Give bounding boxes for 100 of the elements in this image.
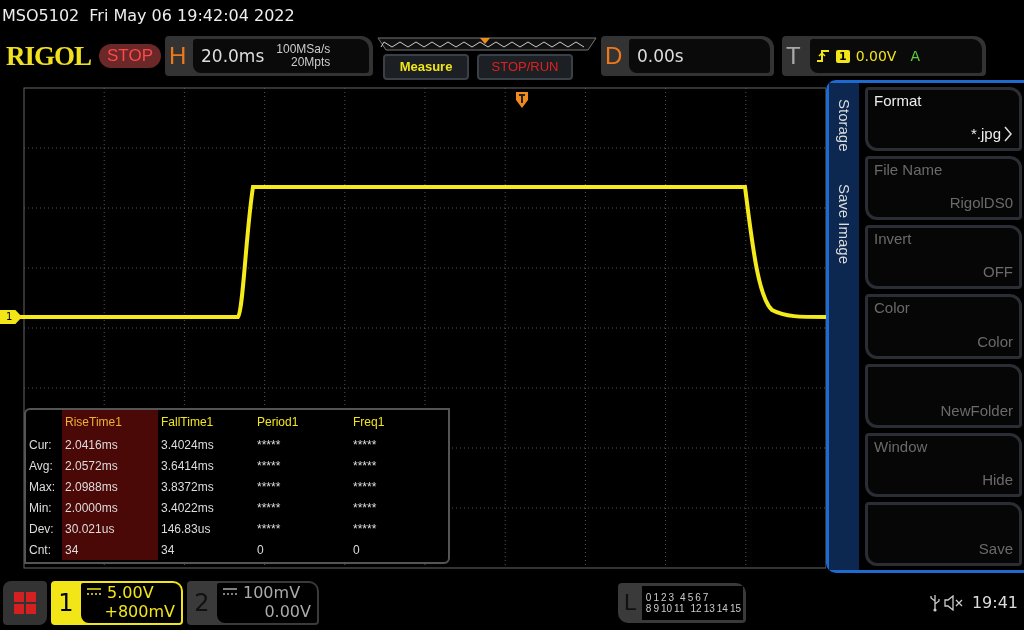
grid-squares-icon [14,591,36,614]
clock-time: 19:41 [971,593,1018,612]
measurement-value: 3.4022ms [158,497,254,518]
trigger-position-icon [516,92,528,108]
measurement-value: 34 [62,539,158,560]
logic-channel-number: 11 [674,602,685,614]
channel-number: 1 [57,588,75,617]
logic-channel-number: 15 [729,602,741,614]
measurement-value: 2.0416ms [62,434,158,455]
timebase-value: 20.0ms [201,46,265,66]
row-label: Avg: [26,455,62,476]
trigger-mode: A [910,48,920,64]
horizontal-label: H [169,42,188,70]
softkey-label: Window [874,437,929,456]
run-state-badge: STOP [99,44,161,68]
measure-button[interactable]: Measure [383,53,469,80]
softkey-label: Invert [874,230,913,249]
measurement-header[interactable]: Freq1 [350,410,446,434]
measurement-value: ***** [256,499,282,517]
softkey-value: Save [978,540,1013,557]
speaker-muted-icon [943,594,964,611]
measurement-value: 3.8372ms [158,476,254,497]
model-name: MSO5102 [2,5,80,25]
measurement-value: 146.83us [158,518,254,539]
logic-channel-number: 7 [702,591,709,603]
measurement-value: 2.0988ms [62,476,158,497]
measurement-value: 3.6414ms [158,455,254,476]
softkey-label: Color [874,299,911,318]
softkey-value: Color [977,332,1013,350]
dc-coupling-icon [87,588,101,596]
channel-marker[interactable]: 1 [0,310,22,324]
memory-depth: 20Mpts [290,56,331,69]
measurement-value: 30.021us [62,518,158,539]
logic-channel-number: 14 [716,602,728,614]
date-time: Fri May 06 19:42:04 2022 [89,5,295,25]
logic-channel-number: 10 [661,602,673,614]
sample-rate: 100MSa/s [276,43,331,56]
measurement-value: ***** [352,436,378,454]
logic-channel-number: 0 [645,591,652,603]
logic-channel-number: 2 [661,591,667,603]
dc-coupling-icon [223,588,237,596]
trigger-panel[interactable]: T 1 0.00V A [782,36,986,76]
rising-edge-icon [816,49,830,63]
measurement-value: ***** [352,520,378,538]
measurement-value: ***** [352,499,378,517]
brand-logo: RIGOL [6,40,92,72]
channel-offset: 0.00V [264,601,311,621]
measurement-header[interactable]: RiseTime1 [62,410,158,434]
softkey-label: File Name [874,161,944,180]
softkey-value: *.jpg [970,125,1001,143]
trigger-label: T [786,42,802,70]
logic-channel-number: 9 [653,602,659,614]
usb-icon [929,593,940,612]
row-label: Cnt: [26,539,62,560]
stop-run-button[interactable]: STOP/RUN [477,53,573,80]
softkey-value: OFF [983,263,1013,281]
logic-channel-number: 5 [687,591,694,603]
softkey-value: RigolDS0 [949,194,1013,212]
submenu-title[interactable]: Save Image [829,167,859,280]
delay-label: D [605,42,624,70]
logic-channel-number: 3 [668,591,675,603]
menu-button[interactable] [3,580,47,625]
measurement-header[interactable]: Period1 [254,410,350,434]
measurement-value: ***** [256,457,282,475]
delay-value: 0.00s [637,46,684,66]
softkey-label: Format [874,92,923,110]
measurement-value: ***** [352,478,378,496]
trigger-source-badge: 1 [836,49,850,63]
measurement-value: 2.0572ms [62,455,158,476]
chevron-right-icon [1003,125,1013,142]
logic-channel-number: 6 [695,591,701,603]
measurement-header[interactable]: FallTime1 [158,410,254,434]
channel-offset: +800mV [104,601,175,621]
measurement-value: 3.4024ms [158,434,254,455]
measurement-value: ***** [352,457,378,475]
measurement-value: 0 [352,541,361,559]
softkey-value: Hide [982,470,1013,488]
measurement-value: 34 [158,539,254,560]
menu-title[interactable]: Storage [829,83,859,168]
row-label: Dev: [26,518,62,539]
logic-channel-number: 8 [645,602,652,614]
trigger-level: 0.00V [855,48,897,64]
softkey-value: NewFolder [940,401,1013,419]
row-label: Max: [26,476,62,497]
row-label: Cur: [26,434,62,455]
logic-channel-number: 4 [680,591,686,603]
logic-channel-number: 12 [690,602,702,614]
measurement-value: 2.0000ms [62,497,158,518]
logic-channel-number: 1 [653,591,659,603]
logic-channel-number: 13 [703,602,715,614]
channel-button[interactable]: 1 5.00V +800mV [51,580,183,625]
measurement-value: ***** [256,520,282,538]
delay-panel[interactable]: D 0.00s [601,36,774,76]
measurement-value: ***** [256,478,282,496]
channel-scale: 5.00V [107,582,154,602]
softkey[interactable]: Format *.jpg [865,87,1022,152]
row-label: Min: [26,497,62,518]
measurement-value: ***** [256,436,282,454]
channel-scale: 100mV [243,582,301,602]
measurement-value: 0 [256,541,265,559]
